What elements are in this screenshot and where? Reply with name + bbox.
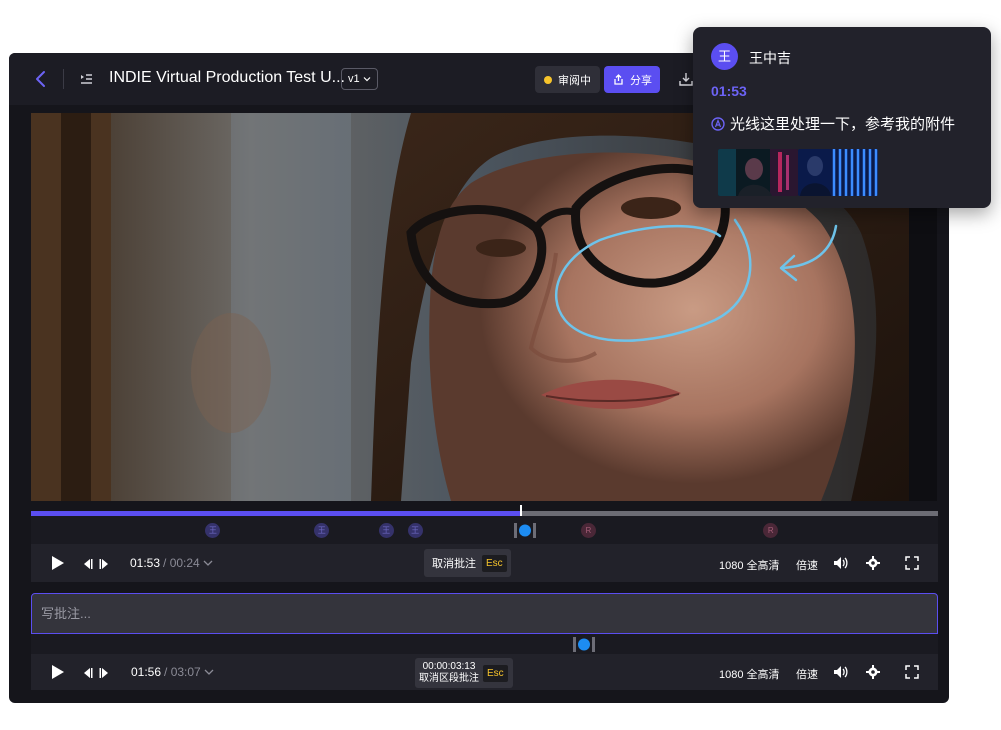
step-forward-icon [99, 559, 108, 569]
timecode-display-bottom[interactable]: 01:56 / 03:07 [131, 665, 214, 679]
comment-body: 光线这里处理一下，参考我的附件 [711, 113, 955, 134]
attachment-image [798, 149, 878, 196]
range-timecode: 00:00:03:13 [422, 661, 476, 672]
playlist-icon [81, 74, 92, 84]
comment-marker[interactable]: R [580, 523, 596, 538]
volume-button[interactable] [833, 556, 848, 575]
cancel-annotation-button[interactable]: 取消批注 Esc [424, 549, 511, 577]
fullscreen-icon [905, 665, 919, 679]
current-time: 01:53 [130, 556, 161, 570]
fullscreen-button[interactable] [905, 556, 919, 575]
next-frame-button-bottom[interactable] [99, 666, 111, 684]
volume-icon [834, 666, 848, 678]
step-back-icon [84, 559, 93, 569]
header-divider [63, 69, 64, 89]
comment-text: 光线这里处理一下，参考我的附件 [730, 116, 956, 133]
step-forward-icon [99, 668, 108, 678]
player-controls-top: 01:53 / 00:24 取消批注 Esc 1080 全高清 倍速 [31, 544, 938, 582]
version-label: v1 [348, 73, 360, 85]
prev-frame-button-bottom[interactable] [81, 666, 93, 684]
quality-selector-bottom[interactable]: 1080 全高清 [719, 666, 780, 682]
progress-handle[interactable] [519, 505, 522, 516]
attachment-thumbnail-1[interactable] [718, 149, 798, 196]
avatar: 王 [711, 43, 738, 70]
pen-annotation-icon [711, 116, 725, 131]
comment-input[interactable] [31, 593, 938, 634]
range-markers-row [31, 634, 938, 654]
comment-marker[interactable]: 王 [378, 523, 394, 538]
chevron-down-icon [204, 669, 214, 675]
chevron-left-icon [36, 71, 45, 87]
share-icon [614, 74, 623, 85]
quality-selector[interactable]: 1080 全高清 [719, 557, 780, 573]
step-back-icon [84, 668, 93, 678]
comment-timestamp[interactable]: 01:53 [711, 83, 747, 99]
settings-button[interactable] [866, 556, 880, 575]
back-button[interactable] [29, 67, 53, 91]
comment-popup[interactable]: 王 王中吉 01:53 光线这里处理一下，参考我的附件 [693, 27, 991, 208]
chevron-down-icon [203, 560, 213, 566]
play-button[interactable] [51, 555, 65, 576]
current-time-bottom: 01:56 [131, 665, 162, 679]
speed-selector-bottom[interactable]: 倍速 [796, 666, 818, 682]
attachment-thumbnail-2[interactable] [798, 149, 878, 196]
chevron-down-icon [363, 77, 371, 82]
share-label: 分享 [630, 74, 652, 87]
status-dot-icon [544, 75, 552, 84]
fullscreen-button-bottom[interactable] [905, 665, 919, 684]
attachment-image [718, 149, 798, 196]
comment-marker[interactable]: 王 [407, 523, 423, 538]
annotation-playhead-marker[interactable] [512, 522, 538, 539]
play-button-bottom[interactable] [51, 664, 65, 685]
comment-marker[interactable]: R [763, 523, 779, 538]
esc-key-badge: Esc [482, 554, 507, 572]
volume-icon [834, 557, 848, 569]
comment-marker[interactable]: 王 [314, 523, 330, 538]
comment-markers-row: 王王王王RR [31, 516, 938, 544]
range-cancel-label: 取消区段批注 [419, 673, 479, 684]
video-title: INDIE Virtual Production Test U... [109, 69, 345, 86]
cancel-range-annotation-button[interactable]: 00:00:03:13 取消区段批注 Esc [415, 658, 513, 688]
range-info: 00:00:03:13 取消区段批注 [419, 661, 479, 685]
esc-key-badge-bottom: Esc [483, 664, 508, 682]
share-button[interactable]: 分享 [604, 66, 660, 93]
duration: / 00:24 [163, 556, 200, 570]
comment-marker[interactable]: 王 [205, 523, 221, 538]
volume-button-bottom[interactable] [833, 665, 848, 684]
range-marker-icon [513, 523, 536, 538]
playlist-button[interactable] [75, 68, 97, 90]
play-icon [52, 556, 64, 570]
gear-icon [866, 556, 880, 570]
prev-frame-button[interactable] [81, 557, 93, 575]
settings-button-bottom[interactable] [866, 665, 880, 684]
status-label: 审阅中 [558, 74, 591, 87]
speed-selector[interactable]: 倍速 [796, 557, 818, 573]
fullscreen-icon [905, 556, 919, 570]
range-selection-marker[interactable] [571, 636, 597, 653]
gear-icon [866, 665, 880, 679]
status-badge[interactable]: 审阅中 [535, 66, 600, 93]
duration-bottom: / 03:07 [164, 665, 201, 679]
cancel-annotation-label: 取消批注 [432, 558, 476, 570]
version-selector[interactable]: v1 [341, 68, 378, 90]
play-icon [52, 665, 64, 679]
comment-author: 王中吉 [749, 50, 791, 66]
range-marker-icon [573, 637, 595, 652]
timecode-display[interactable]: 01:53 / 00:24 [130, 556, 213, 570]
next-frame-button[interactable] [99, 557, 111, 575]
